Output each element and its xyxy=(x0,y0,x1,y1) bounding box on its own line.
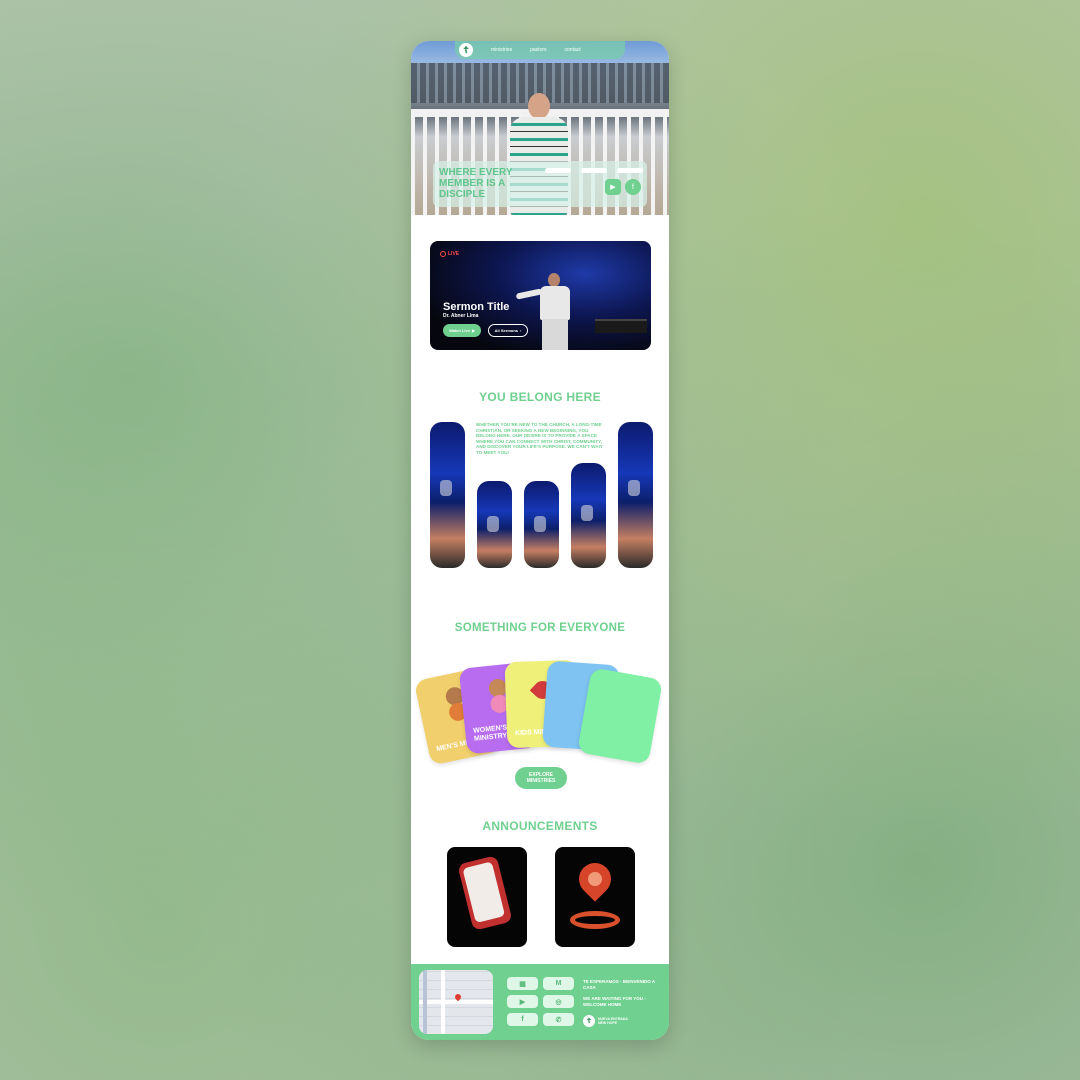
record-icon xyxy=(440,251,446,257)
calendar-icon[interactable]: ▦ xyxy=(507,977,538,990)
hero-pill-1[interactable] xyxy=(545,168,571,173)
watch-live-button[interactable]: Watch Live ▶ xyxy=(443,324,481,337)
explore-ministries-button[interactable]: EXPLORE MINISTRIES xyxy=(515,767,567,789)
gallery-photo-2 xyxy=(477,481,512,568)
live-label: LIVE xyxy=(448,251,460,257)
tagline-english: WE ARE WAITING FOR YOU - WELCOME HOME xyxy=(583,996,646,1007)
announcements-heading: ANNOUNCEMENTS xyxy=(482,819,598,833)
all-sermons-button[interactable]: All Sermons › xyxy=(488,324,528,337)
play-icon: ▶ xyxy=(471,328,476,333)
youtube-icon[interactable]: ▶ xyxy=(507,995,538,1008)
belong-heading: YOU BELONG HERE xyxy=(479,390,601,404)
app-screen: ☦ ministries pastors contact WHERE EVERY… xyxy=(411,41,669,1040)
nav-link-pastors[interactable]: pastors xyxy=(530,47,546,53)
sermon-speaker: Dr. Abner Lima xyxy=(443,313,479,319)
all-sermons-label: All Sermons xyxy=(494,328,518,333)
phone-icon[interactable]: ✆ xyxy=(543,1013,574,1026)
keyboard-instrument xyxy=(595,319,647,333)
map-marker-icon xyxy=(453,992,463,1002)
footer-logo-text: NUEVA ENTRADA NEW HOPE xyxy=(598,1017,628,1025)
hero-pill-buttons xyxy=(545,168,643,173)
phone-icon xyxy=(457,855,513,931)
belong-body: WHETHER YOU'RE NEW TO THE CHURCH, A LONG… xyxy=(476,422,603,455)
footer-logo: ☦ NUEVA ENTRADA NEW HOPE xyxy=(583,1015,632,1027)
nav-link-ministries[interactable]: ministries xyxy=(491,47,512,53)
ministry-card-5[interactable] xyxy=(577,667,663,765)
hero-social-buttons: ▶ f xyxy=(605,179,641,195)
gallery-photo-1 xyxy=(430,422,465,568)
ministries-heading: SOMETHING FOR EVERYONE xyxy=(454,622,626,634)
hero-pill-2[interactable] xyxy=(581,168,607,173)
gallery-photo-4 xyxy=(571,463,606,568)
gallery-photo-3 xyxy=(524,481,559,568)
announcement-card-2[interactable] xyxy=(555,847,635,947)
youtube-icon[interactable]: ▶ xyxy=(605,179,621,195)
live-badge: LIVE xyxy=(440,251,459,257)
top-nav: ☦ ministries pastors contact xyxy=(455,41,625,59)
hero-pill-3[interactable] xyxy=(617,168,643,173)
gmail-icon[interactable]: M xyxy=(543,977,574,990)
hero-title: WHERE EVERY MEMBER IS A DISCIPLE xyxy=(439,167,513,200)
tagline-spanish: TE ESPERAMOS - BIENVENIDO A CASA xyxy=(583,979,655,990)
arrow-icon: › xyxy=(520,328,522,333)
gallery-photo-5 xyxy=(618,422,653,568)
ministry-card-label xyxy=(587,744,646,754)
church-logo-icon: ☦ xyxy=(583,1015,595,1027)
location-pin-icon xyxy=(572,856,618,902)
hero-section: ☦ ministries pastors contact WHERE EVERY… xyxy=(411,41,669,215)
facebook-icon[interactable]: f xyxy=(507,1013,538,1026)
announcement-card-1[interactable] xyxy=(447,847,527,947)
preacher-photo xyxy=(538,273,572,350)
hero-welcome-card: WHERE EVERY MEMBER IS A DISCIPLE ▶ f xyxy=(433,161,647,207)
church-logo-icon[interactable]: ☦ xyxy=(459,43,473,57)
instagram-icon[interactable]: ◎ xyxy=(543,995,574,1008)
facebook-icon[interactable]: f xyxy=(625,179,641,195)
watch-live-label: Watch Live xyxy=(448,328,470,333)
location-map[interactable] xyxy=(419,970,493,1034)
nav-link-contact[interactable]: contact xyxy=(565,47,581,53)
footer: ▦ M ▶ ◎ f ✆ TE ESPERAMOS - BIENVENIDO A … xyxy=(411,964,669,1040)
sermon-title: Sermon Title xyxy=(443,301,510,313)
live-sermon-card[interactable]: LIVE Sermon Title Dr. Abner Lima Watch L… xyxy=(430,241,651,350)
